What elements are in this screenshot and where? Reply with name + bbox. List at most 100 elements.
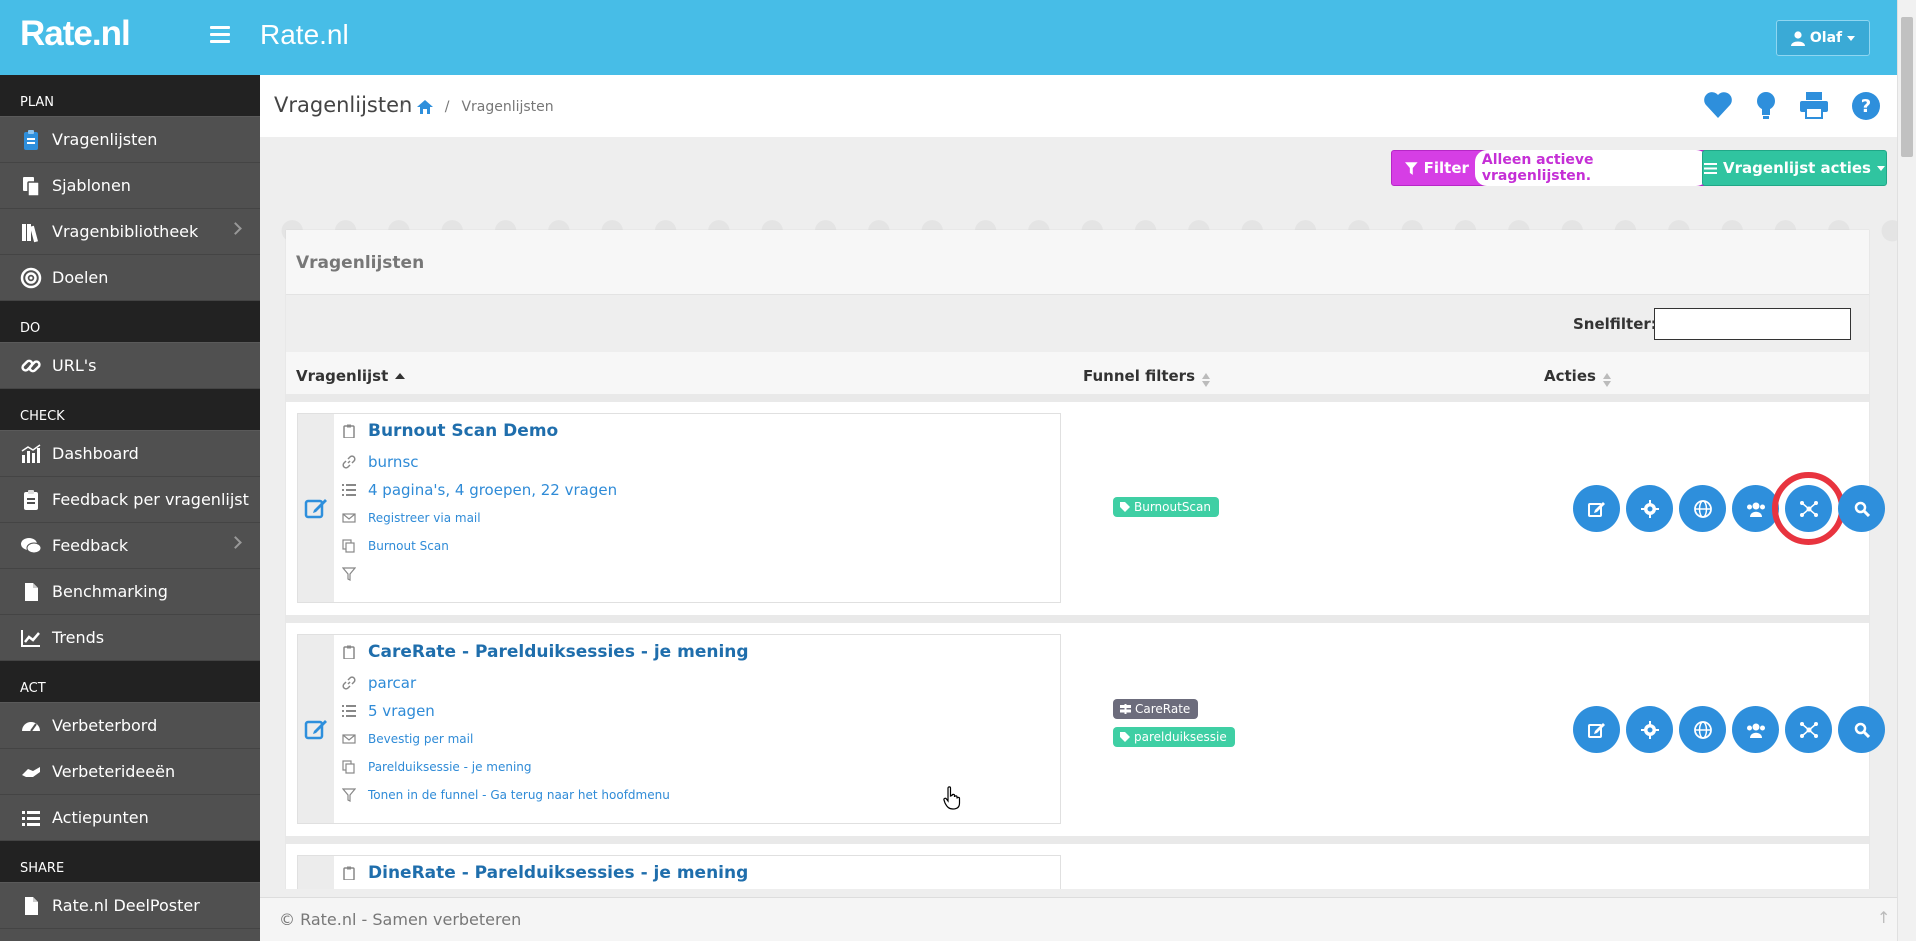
home-icon[interactable] <box>416 100 433 114</box>
tag-carerate[interactable]: CareRate <box>1113 699 1199 719</box>
edit-icon[interactable] <box>298 414 334 602</box>
search-icon <box>1854 722 1870 738</box>
sidebar-item-actiepunten[interactable]: Actiepunten <box>0 795 260 841</box>
users-icon <box>1746 502 1765 517</box>
vragenlijst-funnel[interactable] <box>342 560 617 588</box>
quickfilter-bar: Snelfilter: <box>286 295 1869 352</box>
list-icon <box>342 705 356 717</box>
sidebar-item-label: Feedback <box>52 536 129 555</box>
vragenlijst-summary-label: 4 pagina's, 4 groepen, 22 vragen <box>368 481 618 499</box>
funnel-flow-button[interactable] <box>1772 472 1845 545</box>
column-vragenlijst[interactable]: Vragenlijst <box>296 367 406 385</box>
vragenlijst-mail-label: Bevestig per mail <box>368 732 474 746</box>
lightbulb-icon[interactable] <box>1755 91 1777 121</box>
row-actions <box>1573 706 1885 753</box>
settings-button[interactable] <box>1626 706 1673 753</box>
hamburger-menu-icon[interactable] <box>210 26 230 43</box>
column-acties[interactable]: Acties <box>1544 367 1611 387</box>
heart-icon[interactable] <box>1703 91 1733 119</box>
sidebar-item-vragenlijsten[interactable]: Vragenlijsten <box>0 117 260 163</box>
vragenlijst-template[interactable]: Burnout Scan <box>342 532 617 560</box>
vragenlijst-funnel[interactable]: Tonen in de funnel - Ga terug naar het h… <box>342 781 749 809</box>
globe-button[interactable] <box>1679 706 1726 753</box>
app-title: Rate.nl <box>260 19 349 50</box>
sitemap-icon <box>1799 721 1818 738</box>
link-icon <box>21 359 41 372</box>
toolbar: Filter Alleen actieve vragenlijsten. Vra… <box>260 137 1897 200</box>
tag-parelduiksessie[interactable]: parelduiksessie <box>1113 727 1235 747</box>
help-icon[interactable]: ? <box>1851 91 1881 121</box>
sidebar-item-trends[interactable]: Trends <box>0 615 260 661</box>
sort-icon <box>1602 373 1611 387</box>
vragenlijst-template[interactable]: Parelduiksessie - je mening <box>342 753 749 781</box>
globe-button[interactable] <box>1679 485 1726 532</box>
vragenlijst-summary[interactable]: 4 pagina's, 4 groepen, 22 vragen <box>342 476 617 504</box>
sidebar-item-benchmarking[interactable]: Benchmarking <box>0 569 260 615</box>
sidebar-item-verbeterbord[interactable]: Verbeterbord <box>0 703 260 749</box>
vragenlijst-card: Burnout Scan Demo burnsc 4 pagina's, 4 g… <box>297 413 1061 603</box>
filter-button[interactable]: Filter Alleen actieve vragenlijsten. <box>1391 150 1709 186</box>
print-icon[interactable] <box>1799 91 1829 119</box>
clipboard-icon <box>343 866 355 880</box>
sidebar-item-feedback-per-vragenlijst[interactable]: Feedback per vragenlijst <box>0 477 260 523</box>
envelope-icon <box>342 734 356 744</box>
gauge-icon <box>22 721 40 732</box>
vragenlijst-title-label: CareRate - Parelduiksessies - je mening <box>368 642 749 662</box>
column-funnel-filters[interactable]: Funnel filters <box>1083 367 1211 387</box>
sidebar-item-label: Verbeterbord <box>52 716 158 735</box>
edit-button[interactable] <box>1573 485 1620 532</box>
vragenlijst-title[interactable]: CareRate - Parelduiksessies - je mening <box>342 635 749 669</box>
vragenlijst-acties-button[interactable]: Vragenlijst acties <box>1702 150 1887 186</box>
vragenlijst-mail[interactable]: Registreer via mail <box>342 504 617 532</box>
users-button[interactable] <box>1732 706 1779 753</box>
vragenlijst-mail[interactable]: Bevestig per mail <box>342 725 749 753</box>
quickfilter-label: Snelfilter: <box>1573 315 1657 333</box>
edit-icon[interactable] <box>298 856 334 889</box>
vragenlijst-code[interactable]: parcar <box>342 669 749 697</box>
breadcrumb-separator: / <box>400 99 405 115</box>
chevron-down-icon <box>1847 35 1856 41</box>
link-icon <box>342 676 356 690</box>
logo[interactable]: Rate.nl <box>20 14 131 54</box>
sidebar-item-dashboard[interactable]: Dashboard <box>0 431 260 477</box>
clipboard-icon <box>24 489 38 510</box>
vragenlijst-title-label: Burnout Scan Demo <box>368 421 559 441</box>
signpost-icon <box>1120 704 1131 714</box>
vragenlijst-acties-label: Vragenlijst acties <box>1723 159 1871 177</box>
tag-burnoutscan[interactable]: BurnoutScan <box>1113 497 1219 517</box>
filter-label: Filter <box>1423 159 1469 177</box>
footer: © Rate.nl - Samen verbeteren ↑ <box>260 897 1897 941</box>
hand-cursor-icon <box>943 786 961 810</box>
sidebar-item-doelen[interactable]: Doelen <box>0 255 260 301</box>
user-menu-button[interactable]: Olaf <box>1776 20 1870 56</box>
sidebar-item-label: Vragenbibliotheek <box>52 222 199 241</box>
scrollbar[interactable] <box>1897 0 1916 941</box>
funnel-flow-button[interactable] <box>1785 706 1832 753</box>
books-icon <box>22 223 39 242</box>
scrollbar-thumb[interactable] <box>1901 17 1913 157</box>
vragenlijst-code[interactable]: burnsc <box>342 448 617 476</box>
tag-label: CareRate <box>1135 702 1191 716</box>
main-content: Vragenlijsten / / Vragenlijsten ? Filter… <box>260 75 1897 941</box>
sidebar-item-feedback[interactable]: Feedback <box>0 523 260 569</box>
sidebar-item-label: Rate.nl DeelPoster <box>52 896 200 915</box>
edit-icon[interactable] <box>298 635 334 823</box>
sidebar-item-vragenbibliotheek[interactable]: Vragenbibliotheek <box>0 209 260 255</box>
search-button[interactable] <box>1838 706 1885 753</box>
sidebar-item-sjablonen[interactable]: Sjablonen <box>0 163 260 209</box>
filter-icon <box>342 788 356 802</box>
settings-button[interactable] <box>1626 485 1673 532</box>
filter-icon <box>342 567 356 581</box>
scroll-top-icon[interactable]: ↑ <box>1877 908 1891 928</box>
sidebar-item-verbeterideeen[interactable]: Verbeterideeën <box>0 749 260 795</box>
vragenlijst-summary[interactable]: 5 vragen <box>342 697 749 725</box>
search-button[interactable] <box>1838 485 1885 532</box>
edit-button[interactable] <box>1573 706 1620 753</box>
table-header: Vragenlijst Funnel filters Acties <box>286 352 1869 402</box>
quickfilter-input[interactable] <box>1654 308 1851 340</box>
vragenlijst-title[interactable]: Burnout Scan Demo <box>342 414 617 448</box>
sidebar-item-deelposter[interactable]: Rate.nl DeelPoster <box>0 883 260 929</box>
vragenlijst-title[interactable]: DineRate - Parelduiksessies - je mening <box>342 856 748 889</box>
sidebar-item-urls[interactable]: URL's <box>0 343 260 389</box>
sidebar-section-do: DO <box>0 301 260 343</box>
